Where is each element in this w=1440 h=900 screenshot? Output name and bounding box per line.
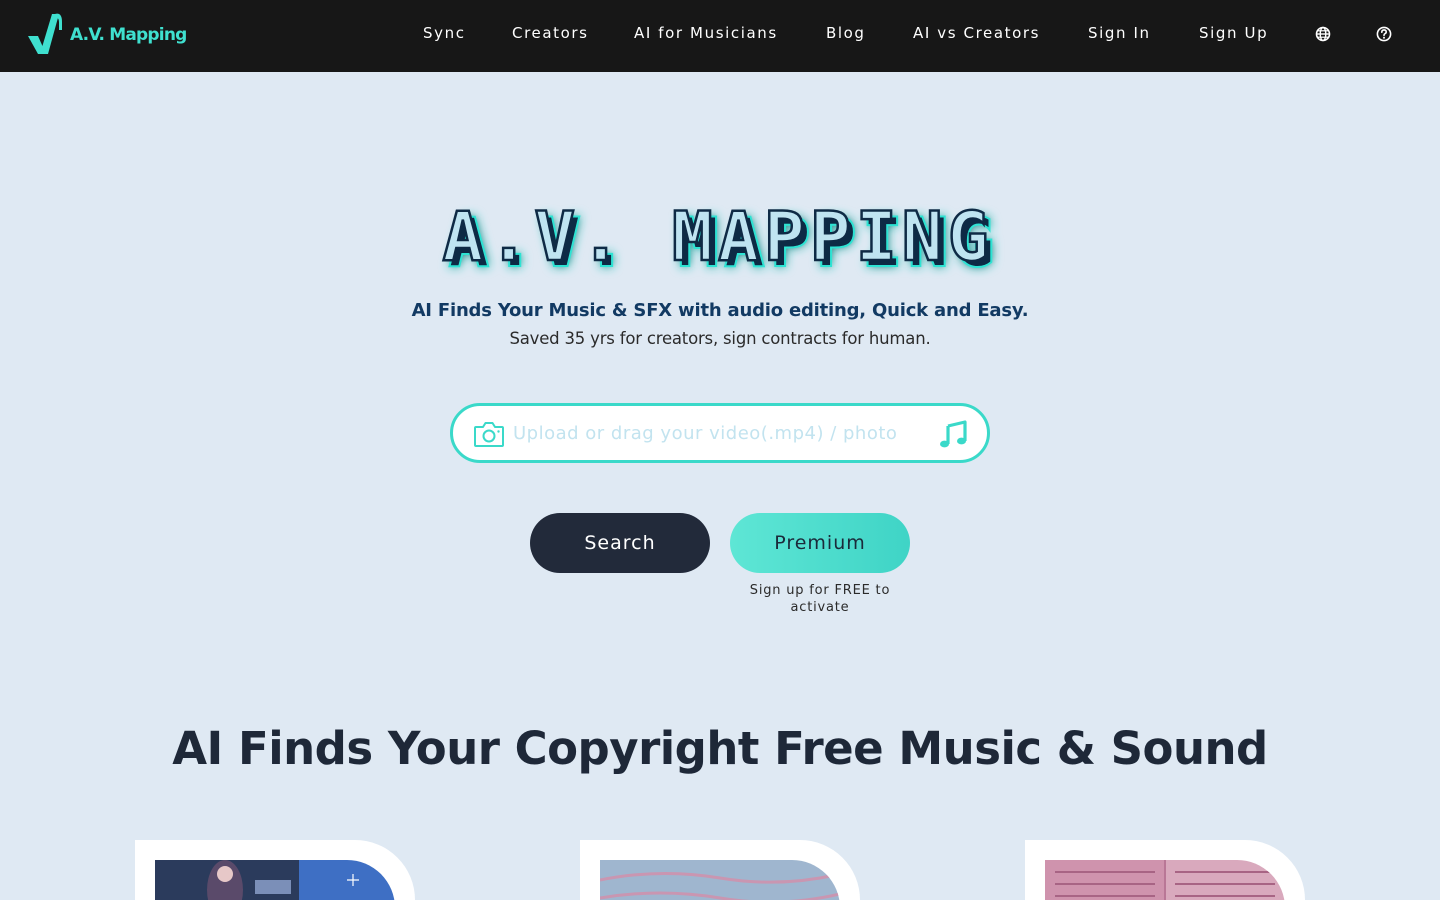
music-card[interactable] — [580, 840, 860, 900]
music-note-icon[interactable] — [937, 418, 969, 450]
hero-title: A.V. MAPPING A.V. MAPPING — [0, 196, 1440, 286]
nav-link-blog[interactable]: Blog — [826, 24, 866, 42]
nav-link-ai-for-musicians[interactable]: AI for Musicians — [634, 24, 778, 42]
nav-link-ai-vs-creators[interactable]: AI vs Creators — [913, 24, 1040, 42]
upload-input[interactable] — [513, 416, 921, 450]
card-thumbnail — [600, 860, 840, 900]
nav-link-sign-in[interactable]: Sign In — [1088, 24, 1151, 42]
nav-link-sign-up[interactable]: Sign Up — [1199, 24, 1268, 42]
logo-text: A.V. Mapping — [70, 25, 187, 45]
upload-dropzone[interactable] — [450, 403, 990, 463]
hero-title-text: A.V. MAPPING — [442, 198, 993, 277]
card-thumbnail — [1045, 860, 1285, 900]
premium-button[interactable]: Premium — [730, 513, 910, 573]
globe-icon[interactable] — [1315, 26, 1333, 44]
music-card[interactable] — [135, 840, 415, 900]
nav-link-creators[interactable]: Creators — [512, 24, 589, 42]
premium-note: Sign up for FREE to activate — [749, 583, 891, 615]
search-button[interactable]: Search — [530, 513, 710, 573]
logo-mark-icon — [28, 13, 62, 54]
site-logo[interactable]: A.V. Mapping — [26, 10, 187, 56]
card-thumbnail — [155, 860, 395, 900]
music-card[interactable] — [1025, 840, 1305, 900]
hero-tagline: AI Finds Your Music & SFX with audio edi… — [411, 300, 1029, 321]
question-circle-icon[interactable] — [1376, 26, 1394, 44]
top-navbar: A.V. Mapping Sync Creators AI for Musici… — [0, 0, 1440, 72]
hero-subtagline: Saved 35 yrs for creators, sign contract… — [509, 329, 931, 348]
section-title: AI Finds Your Copyright Free Music & Sou… — [172, 722, 1268, 775]
nav-link-sync[interactable]: Sync — [423, 24, 466, 42]
camera-icon[interactable] — [473, 420, 505, 448]
